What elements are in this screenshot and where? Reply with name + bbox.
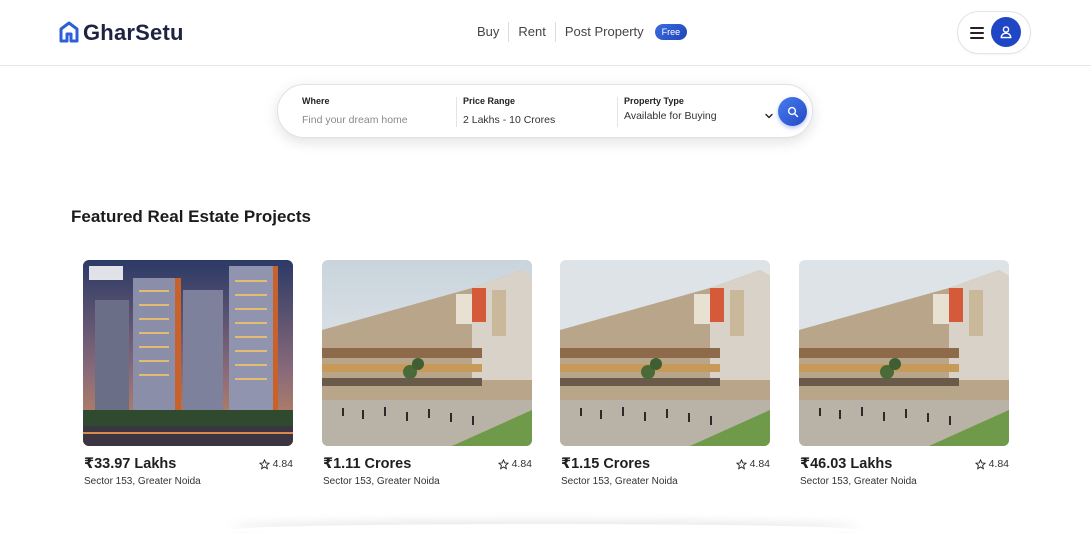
nav-buy[interactable]: Buy: [468, 20, 508, 44]
property-type-label: Property Type: [624, 96, 684, 106]
hamburger-menu-icon: [970, 26, 984, 39]
nav-rent[interactable]: Rent: [509, 20, 554, 44]
price-range-field[interactable]: Price Range 2 Lakhs - 10 Crores: [463, 96, 555, 128]
card-location: Sector 153, Greater Noida: [800, 476, 917, 487]
where-input[interactable]: [302, 114, 442, 126]
rating-value: 4.84: [511, 458, 532, 470]
user-icon: [1000, 26, 1012, 39]
home-logo-icon: [59, 21, 79, 43]
brand-name: GharSetu: [83, 20, 184, 45]
property-card[interactable]: ₹46.03 Lakhs 4.84 Sector 153, Greater No…: [799, 260, 1009, 487]
top-header: GharSetu Buy Rent Post Property Free: [0, 0, 1091, 66]
free-badge: Free: [654, 24, 688, 40]
rating-value: 4.84: [749, 458, 770, 470]
property-image[interactable]: [83, 260, 293, 446]
search-button[interactable]: [778, 97, 807, 126]
avatar: [991, 17, 1021, 47]
star-icon: [735, 458, 747, 470]
where-label: Where: [302, 96, 330, 106]
where-field[interactable]: Where: [302, 96, 442, 128]
search-bar: Where Price Range 2 Lakhs - 10 Crores Pr…: [277, 84, 813, 138]
card-rating: 4.84: [974, 458, 1009, 470]
card-location: Sector 153, Greater Noida: [323, 476, 440, 487]
card-location: Sector 153, Greater Noida: [84, 476, 201, 487]
card-price: ₹1.15 Crores: [561, 456, 651, 472]
property-type-value: Available for Buying: [624, 110, 717, 122]
price-range-value: 2 Lakhs - 10 Crores: [463, 114, 556, 126]
price-range-label: Price Range: [463, 96, 516, 106]
star-icon: [258, 458, 270, 470]
search-icon: [787, 106, 798, 117]
chevron-down-icon: [765, 113, 773, 119]
card-rating: 4.84: [258, 458, 293, 470]
property-card[interactable]: ₹1.15 Crores 4.84 Sector 153, Greater No…: [560, 260, 770, 487]
star-icon: [974, 458, 986, 470]
rating-value: 4.84: [988, 458, 1009, 470]
field-divider: [617, 97, 618, 127]
field-divider: [456, 97, 457, 127]
card-price: ₹33.97 Lakhs: [84, 456, 177, 472]
card-location: Sector 153, Greater Noida: [561, 476, 678, 487]
card-price: ₹1.11 Crores: [323, 456, 412, 472]
bottom-panel-edge: [230, 524, 860, 533]
nav-post-property[interactable]: Post Property: [556, 20, 653, 44]
property-image[interactable]: [799, 260, 1009, 446]
property-image[interactable]: [322, 260, 532, 446]
property-type-field[interactable]: Property Type Available for Buying: [624, 96, 774, 128]
star-icon: [497, 458, 509, 470]
property-card[interactable]: ₹33.97 Lakhs 4.84 Sector 153, Greater No…: [83, 260, 293, 487]
card-rating: 4.84: [497, 458, 532, 470]
property-card[interactable]: ₹1.11 Crores 4.84 Sector 153, Greater No…: [322, 260, 532, 487]
card-rating: 4.84: [735, 458, 770, 470]
property-type-select[interactable]: Available for Buying: [624, 110, 774, 122]
user-menu-button[interactable]: [957, 11, 1031, 54]
property-image[interactable]: [560, 260, 770, 446]
brand-logo[interactable]: GharSetu: [59, 20, 184, 46]
section-title: Featured Real Estate Projects: [71, 207, 311, 226]
rating-value: 4.84: [272, 458, 293, 470]
main-nav: Buy Rent Post Property Free: [468, 20, 688, 44]
card-price: ₹46.03 Lakhs: [800, 456, 893, 472]
